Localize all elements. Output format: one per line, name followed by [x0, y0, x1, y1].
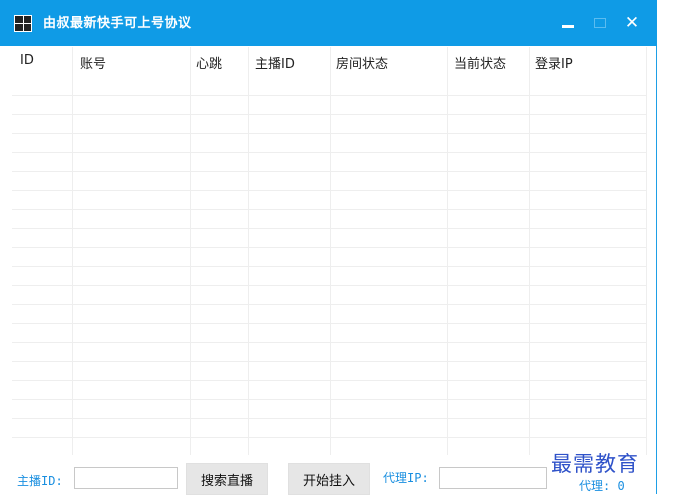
column-divider	[330, 47, 331, 455]
column-divider	[190, 47, 191, 455]
column-header-login-ip[interactable]: 登录IP	[535, 53, 573, 72]
close-icon: ✕	[624, 13, 640, 33]
proxy-ip-input[interactable]	[439, 467, 547, 489]
column-divider	[248, 47, 249, 455]
column-divider	[646, 47, 647, 455]
close-button[interactable]: ✕	[620, 10, 644, 36]
table-header: ID 账号 心跳 主播ID 房间状态 当前状态 登录IP	[12, 47, 646, 78]
window-title: 由叔最新快手可上号协议	[43, 16, 192, 31]
title-bar[interactable]: 由叔最新快手可上号协议 ✕	[0, 0, 657, 46]
maximize-icon	[594, 18, 606, 28]
proxy-ip-label: 代理IP:	[383, 471, 429, 485]
column-divider	[529, 47, 530, 455]
column-header-id[interactable]: ID	[20, 53, 34, 68]
main-window: 由叔最新快手可上号协议 ✕ ID 账号 心跳 主播ID 房间状态 当前状态 登录…	[0, 0, 657, 495]
column-header-room-status[interactable]: 房间状态	[336, 53, 388, 72]
anchor-id-label: 主播ID:	[17, 474, 63, 488]
start-hang-button[interactable]: 开始挂入	[288, 463, 370, 495]
maximize-button[interactable]	[588, 10, 612, 36]
minimize-button[interactable]	[556, 10, 580, 36]
proxy-count-label: 代理: 0	[579, 479, 625, 493]
column-divider	[72, 47, 73, 455]
app-icon	[14, 15, 32, 32]
account-table[interactable]	[12, 77, 646, 455]
anchor-id-input[interactable]	[74, 467, 178, 489]
column-header-account[interactable]: 账号	[80, 53, 106, 72]
column-header-current-status[interactable]: 当前状态	[454, 53, 506, 72]
search-live-button[interactable]: 搜索直播	[186, 463, 268, 495]
minimize-icon	[562, 24, 574, 28]
watermark-text: 最需教育	[551, 452, 639, 476]
column-header-heartbeat[interactable]: 心跳	[196, 53, 222, 72]
column-header-anchor-id[interactable]: 主播ID	[255, 53, 295, 72]
column-divider	[447, 47, 448, 455]
